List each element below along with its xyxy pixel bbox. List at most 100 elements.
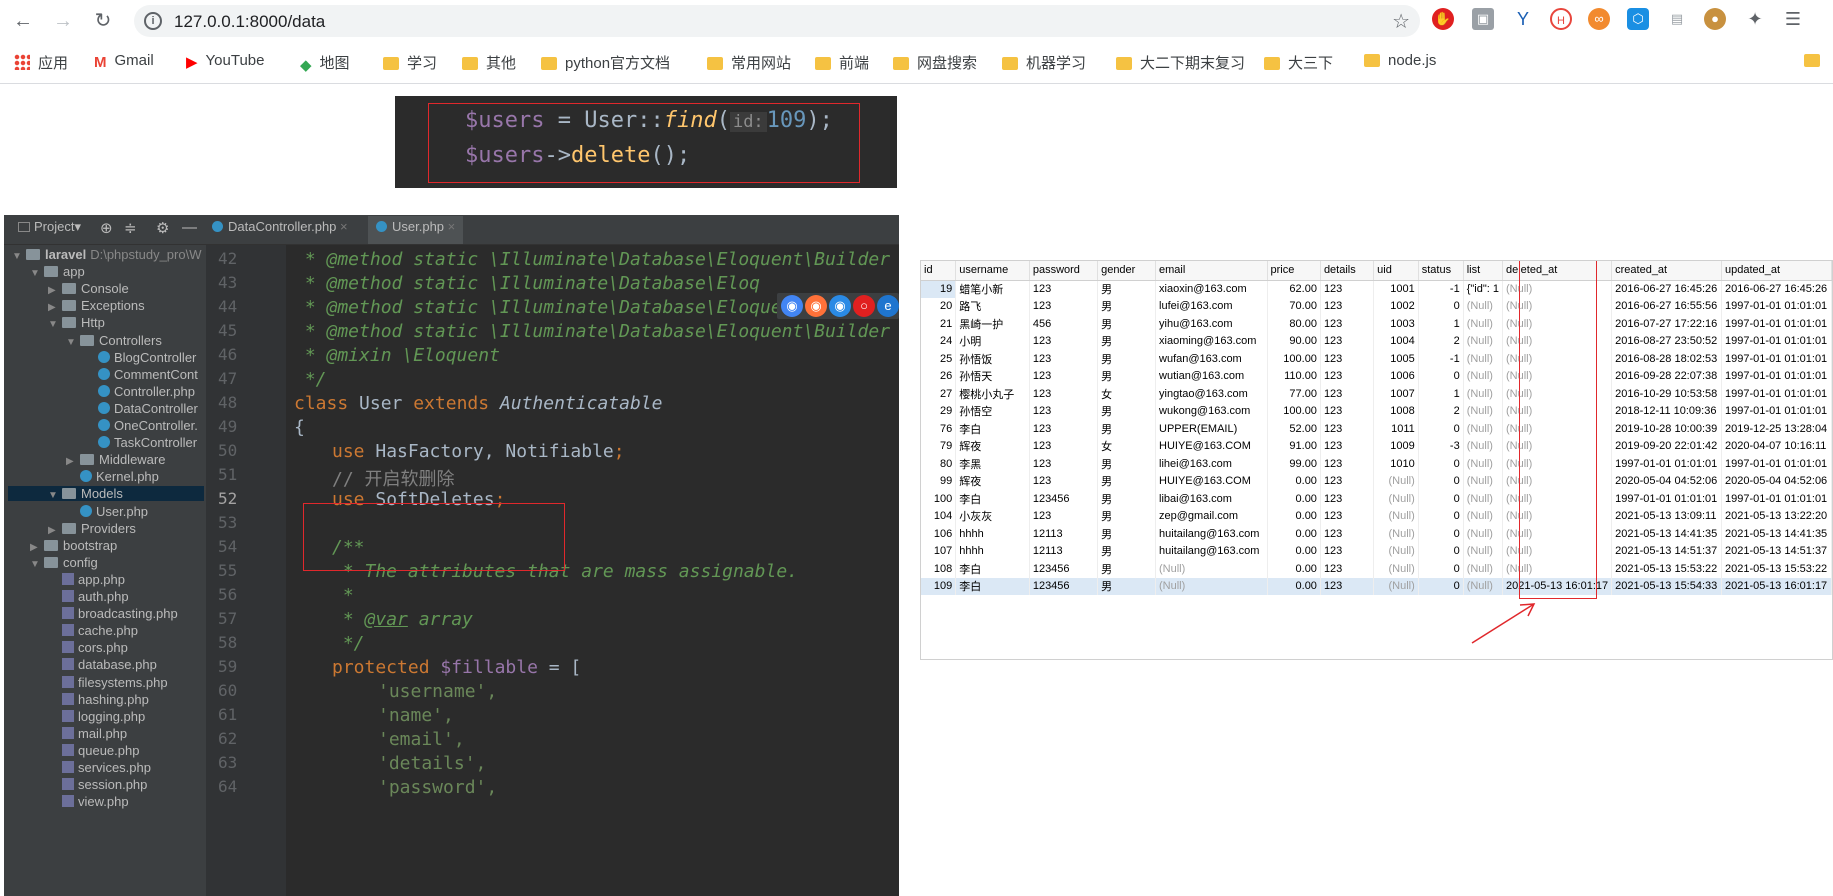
column-header[interactable]: status: [1418, 261, 1464, 281]
back-icon[interactable]: ←: [10, 8, 36, 34]
table-cell[interactable]: 123: [1320, 455, 1375, 473]
tree-item[interactable]: cache.php: [48, 623, 138, 638]
table-cell[interactable]: 123: [1320, 507, 1375, 525]
table-cell[interactable]: 123: [1029, 472, 1099, 490]
table-cell[interactable]: 女: [1097, 385, 1157, 403]
table-cell[interactable]: 108: [921, 560, 957, 578]
table-cell[interactable]: 123: [1029, 385, 1099, 403]
table-cell[interactable]: 2021-05-13 13:09:11: [1611, 507, 1723, 525]
table-cell[interactable]: 19: [921, 280, 957, 298]
column-header[interactable]: email: [1155, 261, 1268, 281]
bookmark-item[interactable]: 学习: [383, 52, 437, 73]
table-cell[interactable]: (Null): [1463, 525, 1503, 543]
table-cell[interactable]: 26: [921, 367, 957, 385]
table-cell[interactable]: 70.00: [1267, 297, 1321, 315]
table-cell[interactable]: -3: [1418, 437, 1464, 455]
tree-item[interactable]: Controller.php: [84, 384, 195, 399]
table-cell[interactable]: 0: [1418, 560, 1464, 578]
table-cell[interactable]: 2021-05-13 15:53:22: [1611, 560, 1723, 578]
minimize-icon[interactable]: —: [182, 219, 197, 236]
tree-item[interactable]: queue.php: [48, 743, 139, 758]
table-cell[interactable]: 0.00: [1267, 507, 1321, 525]
bookmark-item[interactable]: node.js: [1364, 52, 1436, 69]
table-cell[interactable]: 1: [1418, 385, 1464, 403]
table-cell[interactable]: (Null): [1463, 420, 1503, 438]
table-cell[interactable]: 辉夜: [955, 437, 1030, 455]
table-cell[interactable]: 52.00: [1267, 420, 1321, 438]
table-cell[interactable]: 2016-10-29 10:53:58: [1611, 385, 1723, 403]
table-cell[interactable]: 123: [1029, 350, 1099, 368]
table-row[interactable]: 26 孙悟天 123 男 wutian@163.com 110.00 123 1006 0 (Nu…: [921, 367, 1832, 385]
table-cell[interactable]: 男: [1097, 490, 1157, 508]
table-cell[interactable]: 123: [1029, 367, 1099, 385]
tree-item[interactable]: BlogController: [84, 350, 196, 365]
table-cell[interactable]: 2020-05-04 04:52:06: [1721, 472, 1832, 490]
table-cell[interactable]: 1997-01-01 01:01:01: [1721, 367, 1832, 385]
table-cell[interactable]: 2021-05-13 13:22:20: [1721, 507, 1832, 525]
tab-user[interactable]: User.php ×: [368, 216, 464, 244]
table-cell[interactable]: 2021-05-13 16:01:17: [1721, 577, 1832, 595]
column-header[interactable]: list: [1463, 261, 1503, 281]
table-cell[interactable]: 2021-05-13 14:41:35: [1611, 525, 1723, 543]
table-cell[interactable]: 男: [1097, 542, 1157, 560]
table-cell[interactable]: 123: [1029, 402, 1099, 420]
table-cell[interactable]: 123: [1029, 455, 1099, 473]
table-cell[interactable]: 男: [1097, 560, 1157, 578]
tree-item[interactable]: ▼ config: [30, 555, 98, 570]
tree-item[interactable]: User.php: [66, 504, 148, 519]
tree-item[interactable]: view.php: [48, 794, 129, 809]
table-cell[interactable]: 2021-05-13 15:54:33: [1611, 577, 1723, 595]
table-cell[interactable]: (Null): [1373, 525, 1419, 543]
table-cell[interactable]: yihu@163.com: [1155, 315, 1268, 333]
column-header[interactable]: price: [1267, 261, 1321, 281]
bookmark-item[interactable]: 其他: [462, 52, 516, 73]
table-cell[interactable]: (Null): [1463, 367, 1503, 385]
table-cell[interactable]: 1997-01-01 01:01:01: [1721, 490, 1832, 508]
table-cell[interactable]: 1003: [1373, 315, 1419, 333]
info-icon[interactable]: i: [144, 12, 162, 30]
table-cell[interactable]: (Null): [1463, 542, 1503, 560]
table-row[interactable]: 24 小明 123 男 xiaoming@163.com 90.00 123 1004 2 (Nu…: [921, 332, 1832, 350]
table-cell[interactable]: xiaoming@163.com: [1155, 332, 1268, 350]
tree-item[interactable]: ▶ Console: [48, 281, 129, 296]
column-header[interactable]: updated_at: [1721, 261, 1832, 281]
table-cell[interactable]: 109: [921, 577, 957, 595]
table-cell[interactable]: 27: [921, 385, 957, 403]
table-cell[interactable]: (Null): [1463, 315, 1503, 333]
tree-item[interactable]: logging.php: [48, 709, 145, 724]
table-cell[interactable]: 1001: [1373, 280, 1419, 298]
table-cell[interactable]: 123: [1320, 472, 1375, 490]
column-header[interactable]: details: [1320, 261, 1375, 281]
tree-item[interactable]: cors.php: [48, 640, 128, 655]
table-cell[interactable]: 1002: [1373, 297, 1419, 315]
table-cell[interactable]: 123: [1320, 525, 1375, 543]
bookmark-item[interactable]: M Gmail: [94, 52, 154, 71]
extension-adblock-icon[interactable]: ✋: [1432, 8, 1454, 30]
table-cell[interactable]: 1004: [1373, 332, 1419, 350]
tree-item[interactable]: CommentCont: [84, 367, 198, 382]
table-cell[interactable]: 0: [1418, 542, 1464, 560]
ie-icon[interactable]: e: [877, 295, 899, 317]
bookmark-item[interactable]: ◆ 地图: [300, 52, 350, 74]
users-table[interactable]: id username password gender email price detail…: [921, 261, 1832, 595]
table-cell[interactable]: 2021-05-13 14:51:37: [1721, 542, 1832, 560]
table-cell[interactable]: huitailang@163.com: [1155, 525, 1268, 543]
table-cell[interactable]: 0.00: [1267, 490, 1321, 508]
table-cell[interactable]: 1011: [1373, 420, 1419, 438]
table-row[interactable]: 80 李黑 123 男 lihei@163.com 99.00 123 1010 0 (Null)…: [921, 455, 1832, 473]
table-row[interactable]: 79 辉夜 123 女 HUIYE@163.COM 91.00 123 1009 -3 (Null…: [921, 437, 1832, 455]
collapse-icon[interactable]: ≑: [124, 219, 137, 237]
table-cell[interactable]: 0: [1418, 367, 1464, 385]
table-cell[interactable]: 2016-08-28 18:02:53: [1611, 350, 1723, 368]
table-cell[interactable]: 123: [1320, 420, 1375, 438]
table-cell[interactable]: 2019-09-20 22:01:42: [1611, 437, 1723, 455]
table-cell[interactable]: 2020-05-04 04:52:06: [1611, 472, 1723, 490]
table-cell[interactable]: 0: [1418, 507, 1464, 525]
table-cell[interactable]: (Null): [1463, 507, 1503, 525]
table-cell[interactable]: 2016-06-27 16:45:26: [1721, 280, 1832, 298]
table-cell[interactable]: 蜡笔小新: [955, 280, 1030, 298]
opera-icon[interactable]: ○: [853, 295, 875, 317]
table-row[interactable]: 100 李白 123456 男 libai@163.com 0.00 123 (Null) 0(…: [921, 490, 1832, 508]
table-row[interactable]: 106 hhhh 12113 男 huitailang@163.com 0.00 123 (N…: [921, 525, 1832, 543]
tree-item[interactable]: auth.php: [48, 589, 129, 604]
